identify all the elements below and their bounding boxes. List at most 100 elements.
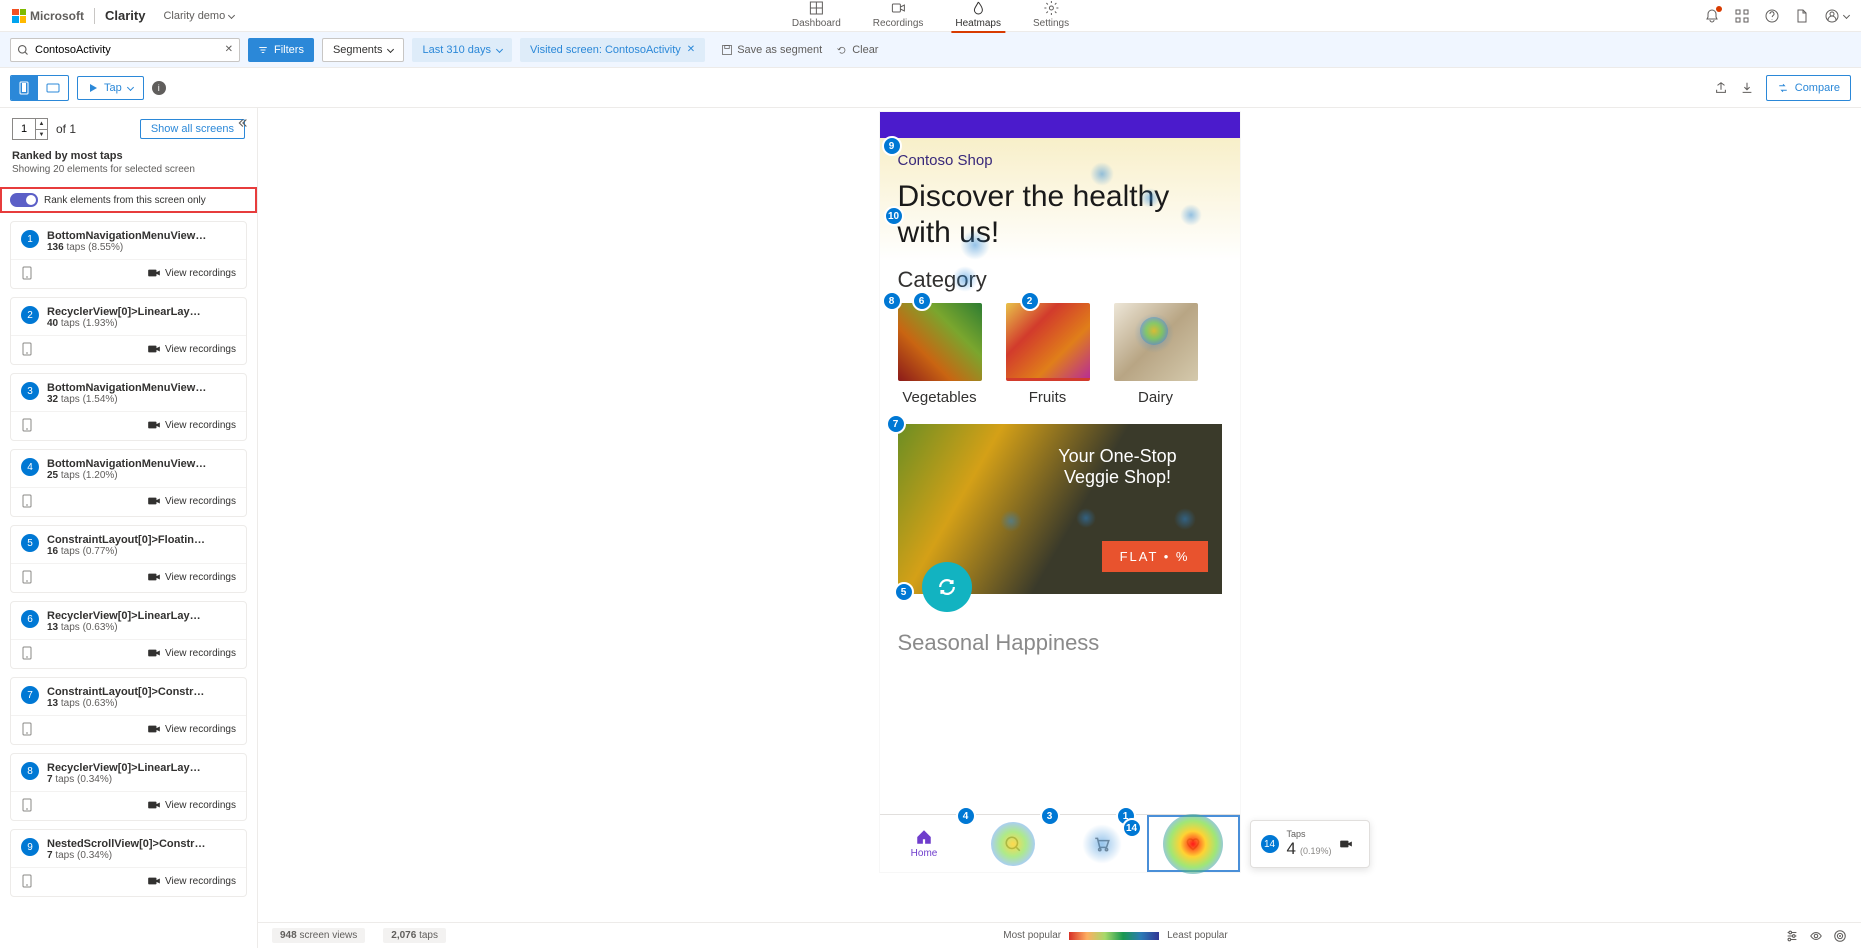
category-item[interactable]: 8 Vegetables <box>898 303 982 406</box>
download-icon[interactable] <box>1740 81 1754 95</box>
device-icon[interactable] <box>21 646 33 660</box>
preview-canvas[interactable]: 9 Contoso Shop 10 Discover the healthy w… <box>258 108 1861 922</box>
refresh-icon <box>936 576 958 598</box>
spin-up[interactable]: ▲ <box>36 119 47 130</box>
nav-recordings[interactable]: Recordings <box>869 0 928 33</box>
remove-pill-icon[interactable]: ✕ <box>687 44 695 55</box>
view-recordings-link[interactable]: View recordings <box>147 570 236 584</box>
page-number-input[interactable]: ▲ ▼ <box>12 118 48 140</box>
device-icon[interactable] <box>21 722 33 736</box>
rank-badge: 5 <box>21 534 39 552</box>
eye-icon[interactable] <box>1809 929 1823 943</box>
share-icon[interactable] <box>1714 81 1728 95</box>
filters-button[interactable]: Filters <box>248 38 314 62</box>
element-card[interactable]: 8 RecyclerView[0]>LinearLayout[0] 7 taps… <box>10 753 247 821</box>
date-range-pill[interactable]: Last 310 days <box>412 38 512 62</box>
visited-screen-pill[interactable]: Visited screen: ContosoActivity ✕ <box>520 38 705 62</box>
view-recordings-link[interactable]: View recordings <box>147 494 236 508</box>
category-item[interactable]: 6 Fruits <box>1006 303 1090 406</box>
save-label: Save as segment <box>737 44 822 56</box>
element-card[interactable]: 6 RecyclerView[0]>LinearLayout[1] 13 tap… <box>10 601 247 669</box>
heat-marker[interactable]: 4 <box>956 806 976 826</box>
target-icon[interactable] <box>1833 929 1847 943</box>
view-recordings-link[interactable]: View recordings <box>147 722 236 736</box>
view-recordings-link[interactable]: View recordings <box>147 798 236 812</box>
bottom-nav-favorites[interactable] <box>1147 815 1240 872</box>
heat-marker[interactable]: 3 <box>1040 806 1060 826</box>
document-icon[interactable] <box>1794 8 1810 24</box>
element-name: ConstraintLayout[0]>FloatingActi... <box>47 534 207 546</box>
element-card[interactable]: 7 ConstraintLayout[0]>ConstraintLa... 13… <box>10 677 247 745</box>
element-card[interactable]: 2 RecyclerView[0]>LinearLayout[2] 40 tap… <box>10 297 247 365</box>
tablet-view-button[interactable] <box>38 76 68 100</box>
device-icon[interactable] <box>21 418 33 432</box>
heat-marker[interactable]: 14 <box>1122 818 1142 838</box>
category-image <box>1114 303 1198 381</box>
info-icon[interactable]: i <box>152 81 166 95</box>
element-name: NestedScrollView[0]>ConstraintL... <box>47 838 207 850</box>
rank-heading: Ranked by most taps <box>12 150 245 162</box>
heat-marker[interactable]: 6 <box>912 291 932 311</box>
device-icon[interactable] <box>21 266 33 280</box>
microsoft-icon <box>12 9 26 23</box>
device-icon[interactable] <box>21 798 33 812</box>
spin-down[interactable]: ▼ <box>36 130 47 140</box>
element-card[interactable]: 3 BottomNavigationMenuView[0]>... 32 tap… <box>10 373 247 441</box>
fab-refresh[interactable] <box>922 562 972 612</box>
device-icon[interactable] <box>21 342 33 356</box>
clear-search-icon[interactable]: ✕ <box>225 44 233 55</box>
element-name: ConstraintLayout[0]>ConstraintLa... <box>47 686 207 698</box>
heat-marker[interactable]: 5 <box>894 582 914 602</box>
chevron-down-icon <box>387 46 394 53</box>
elements-list[interactable]: 1 BottomNavigationMenuView[0]>... 136 ta… <box>0 213 257 948</box>
apps-icon[interactable] <box>1734 8 1750 24</box>
compare-button[interactable]: Compare <box>1766 75 1851 101</box>
nav-settings[interactable]: Settings <box>1029 0 1073 33</box>
element-card[interactable]: 1 BottomNavigationMenuView[0]>... 136 ta… <box>10 221 247 289</box>
rank-screen-toggle[interactable] <box>10 193 38 207</box>
help-icon[interactable] <box>1764 8 1780 24</box>
screen-search[interactable]: ✕ <box>10 38 240 62</box>
home-icon <box>915 828 933 846</box>
segments-dropdown[interactable]: Segments <box>322 38 405 62</box>
save-segment-button[interactable]: Save as segment <box>721 44 822 56</box>
show-all-screens-button[interactable]: Show all screens <box>140 119 245 139</box>
clear-button[interactable]: Clear <box>836 44 878 56</box>
element-card[interactable]: 5 ConstraintLayout[0]>FloatingActi... 16… <box>10 525 247 593</box>
device-icon[interactable] <box>21 874 33 888</box>
taps-label: taps <box>419 930 438 941</box>
notifications-icon[interactable] <box>1704 8 1720 24</box>
metric-dropdown[interactable]: Tap <box>77 76 144 100</box>
device-icon[interactable] <box>21 570 33 584</box>
nav-heatmaps[interactable]: Heatmaps <box>951 0 1005 33</box>
nav-dashboard[interactable]: Dashboard <box>788 0 845 33</box>
view-recordings-link[interactable]: View recordings <box>147 266 236 280</box>
view-recordings-link[interactable]: View recordings <box>147 418 236 432</box>
camera-icon[interactable] <box>1339 839 1353 849</box>
banner-cta[interactable]: FLAT • % <box>1102 541 1208 572</box>
category-image <box>1006 303 1090 381</box>
view-recordings-link[interactable]: View recordings <box>147 874 236 888</box>
search-input[interactable] <box>35 44 219 56</box>
sliders-icon[interactable] <box>1785 929 1799 943</box>
view-recordings-link[interactable]: View recordings <box>147 342 236 356</box>
heat-marker[interactable]: 9 <box>882 136 902 156</box>
promo-banner[interactable]: 7 Your One-Stop Veggie Shop! FLAT • % 5 <box>898 424 1222 594</box>
bottom-nav-home[interactable]: Home <box>880 815 969 872</box>
element-card[interactable]: 4 BottomNavigationMenuView[0]>... 25 tap… <box>10 449 247 517</box>
account-icon[interactable] <box>1824 8 1849 24</box>
camera-icon <box>147 496 161 506</box>
project-dropdown[interactable]: Clarity demo <box>163 10 234 22</box>
view-recordings-link[interactable]: View recordings <box>147 646 236 660</box>
heat-marker[interactable]: 10 <box>884 206 904 226</box>
collapse-sidebar-icon[interactable] <box>235 116 249 133</box>
chevron-down-icon <box>127 84 134 91</box>
category-item[interactable]: 2 Dairy <box>1114 303 1198 406</box>
phone-view-button[interactable] <box>11 76 37 100</box>
heat-marker[interactable]: 7 <box>886 414 906 434</box>
device-icon[interactable] <box>21 494 33 508</box>
element-card[interactable]: 9 NestedScrollView[0]>ConstraintL... 7 t… <box>10 829 247 897</box>
page-value[interactable] <box>13 119 35 139</box>
heat-marker[interactable]: 8 <box>882 291 902 311</box>
heat-marker[interactable]: 2 <box>1020 291 1040 311</box>
